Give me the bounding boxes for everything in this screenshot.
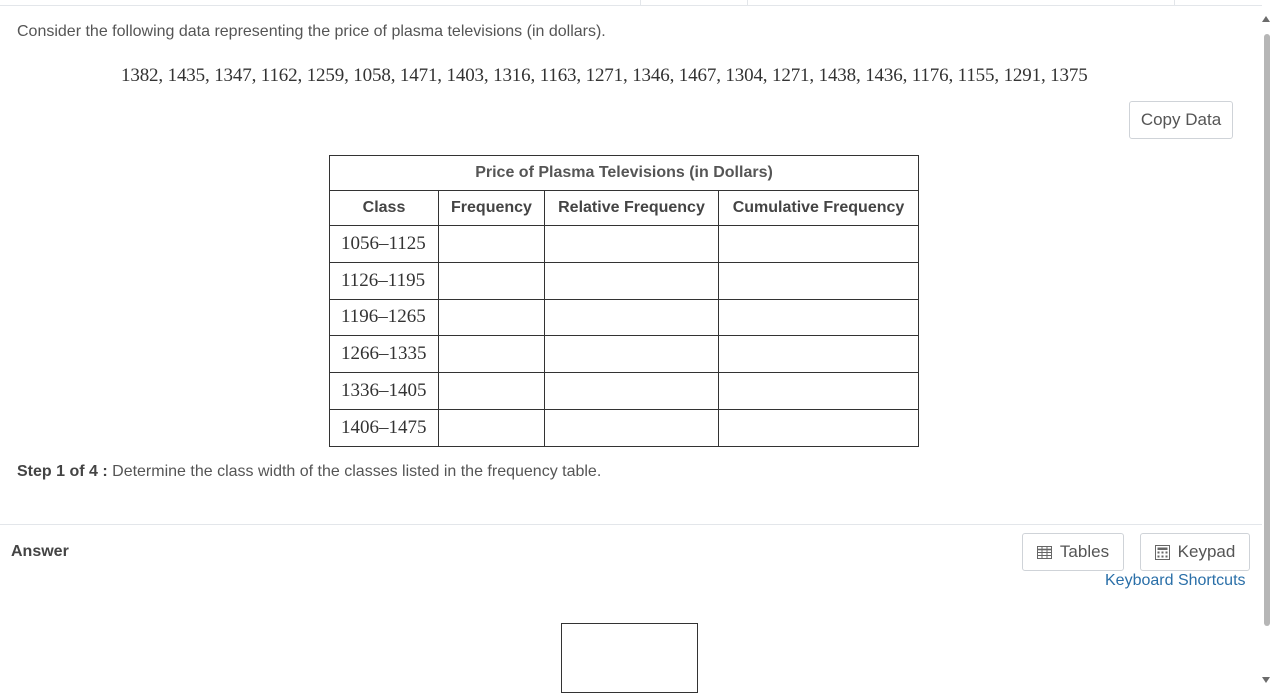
- data-values: 1382, 1435, 1347, 1162, 1259, 1058, 1471…: [121, 65, 1088, 86]
- table-row: 1196–1265: [329, 298, 919, 337]
- cumulative-frequency-cell: [718, 298, 919, 337]
- column-header-frequency: Frequency: [438, 190, 545, 226]
- column-header-cumulative-frequency: Cumulative Frequency: [718, 190, 919, 226]
- relative-frequency-cell: [544, 408, 719, 447]
- relative-frequency-cell: [544, 335, 719, 374]
- keyboard-shortcuts-link[interactable]: Keyboard Shortcuts: [1105, 572, 1246, 590]
- relative-frequency-cell: [544, 261, 719, 300]
- cumulative-frequency-cell: [718, 372, 919, 410]
- top-divider: [747, 0, 748, 5]
- section-divider: [0, 524, 1262, 525]
- keypad-label: Keypad: [1177, 542, 1236, 561]
- cumulative-frequency-cell: [718, 225, 919, 263]
- table-row: 1336–1405: [329, 372, 919, 410]
- scrollbar-thumb[interactable]: [1264, 34, 1270, 626]
- cumulative-frequency-cell: [718, 335, 919, 374]
- frequency-cell: [438, 225, 545, 263]
- top-divider: [640, 0, 641, 5]
- table-icon: [1036, 545, 1052, 559]
- top-divider: [1174, 0, 1175, 5]
- scroll-down-arrow-icon[interactable]: [1262, 677, 1270, 683]
- relative-frequency-cell: [544, 225, 719, 263]
- tables-label: Tables: [1059, 542, 1110, 561]
- calculator-icon: [1154, 544, 1170, 560]
- step-instruction: Step 1 of 4 : Determine the class width …: [17, 463, 601, 481]
- frequency-cell: [438, 335, 545, 374]
- column-header-relative-frequency: Relative Frequency: [544, 190, 719, 226]
- copy-data-label: Copy Data: [1140, 110, 1222, 129]
- table-title: Price of Plasma Televisions (in Dollars): [329, 155, 919, 191]
- table-row: 1406–1475: [329, 408, 919, 447]
- keypad-button[interactable]: Keypad: [1140, 533, 1250, 571]
- frequency-cell: [438, 298, 545, 337]
- cumulative-frequency-cell: [718, 261, 919, 300]
- scrollbar[interactable]: [1262, 0, 1271, 685]
- tables-button[interactable]: Tables: [1022, 533, 1124, 571]
- class-cell: 1266–1335: [329, 335, 439, 374]
- top-strip: [0, 0, 1262, 6]
- answer-input[interactable]: [561, 623, 698, 693]
- frequency-cell: [438, 261, 545, 300]
- relative-frequency-cell: [544, 372, 719, 410]
- table-row: 1266–1335: [329, 335, 919, 374]
- cumulative-frequency-cell: [718, 408, 919, 447]
- scroll-up-arrow-icon[interactable]: [1262, 16, 1270, 22]
- class-cell: 1056–1125: [329, 225, 439, 263]
- copy-data-button[interactable]: Copy Data: [1129, 101, 1233, 139]
- frequency-table: Price of Plasma Televisions (in Dollars)…: [329, 155, 919, 447]
- relative-frequency-cell: [544, 298, 719, 337]
- class-cell: 1336–1405: [329, 372, 439, 410]
- step-label: Step 1 of 4 :: [17, 463, 108, 480]
- class-cell: 1126–1195: [329, 261, 439, 300]
- answer-label: Answer: [11, 543, 69, 560]
- frequency-cell: [438, 372, 545, 410]
- step-text: Determine the class width of the classes…: [107, 463, 602, 480]
- table-row: 1056–1125: [329, 225, 919, 263]
- class-cell: 1406–1475: [329, 408, 439, 447]
- table-row: 1126–1195: [329, 261, 919, 300]
- class-cell: 1196–1265: [329, 298, 439, 337]
- frequency-cell: [438, 408, 545, 447]
- column-header-class: Class: [329, 190, 439, 226]
- question-intro: Consider the following data representing…: [17, 23, 606, 40]
